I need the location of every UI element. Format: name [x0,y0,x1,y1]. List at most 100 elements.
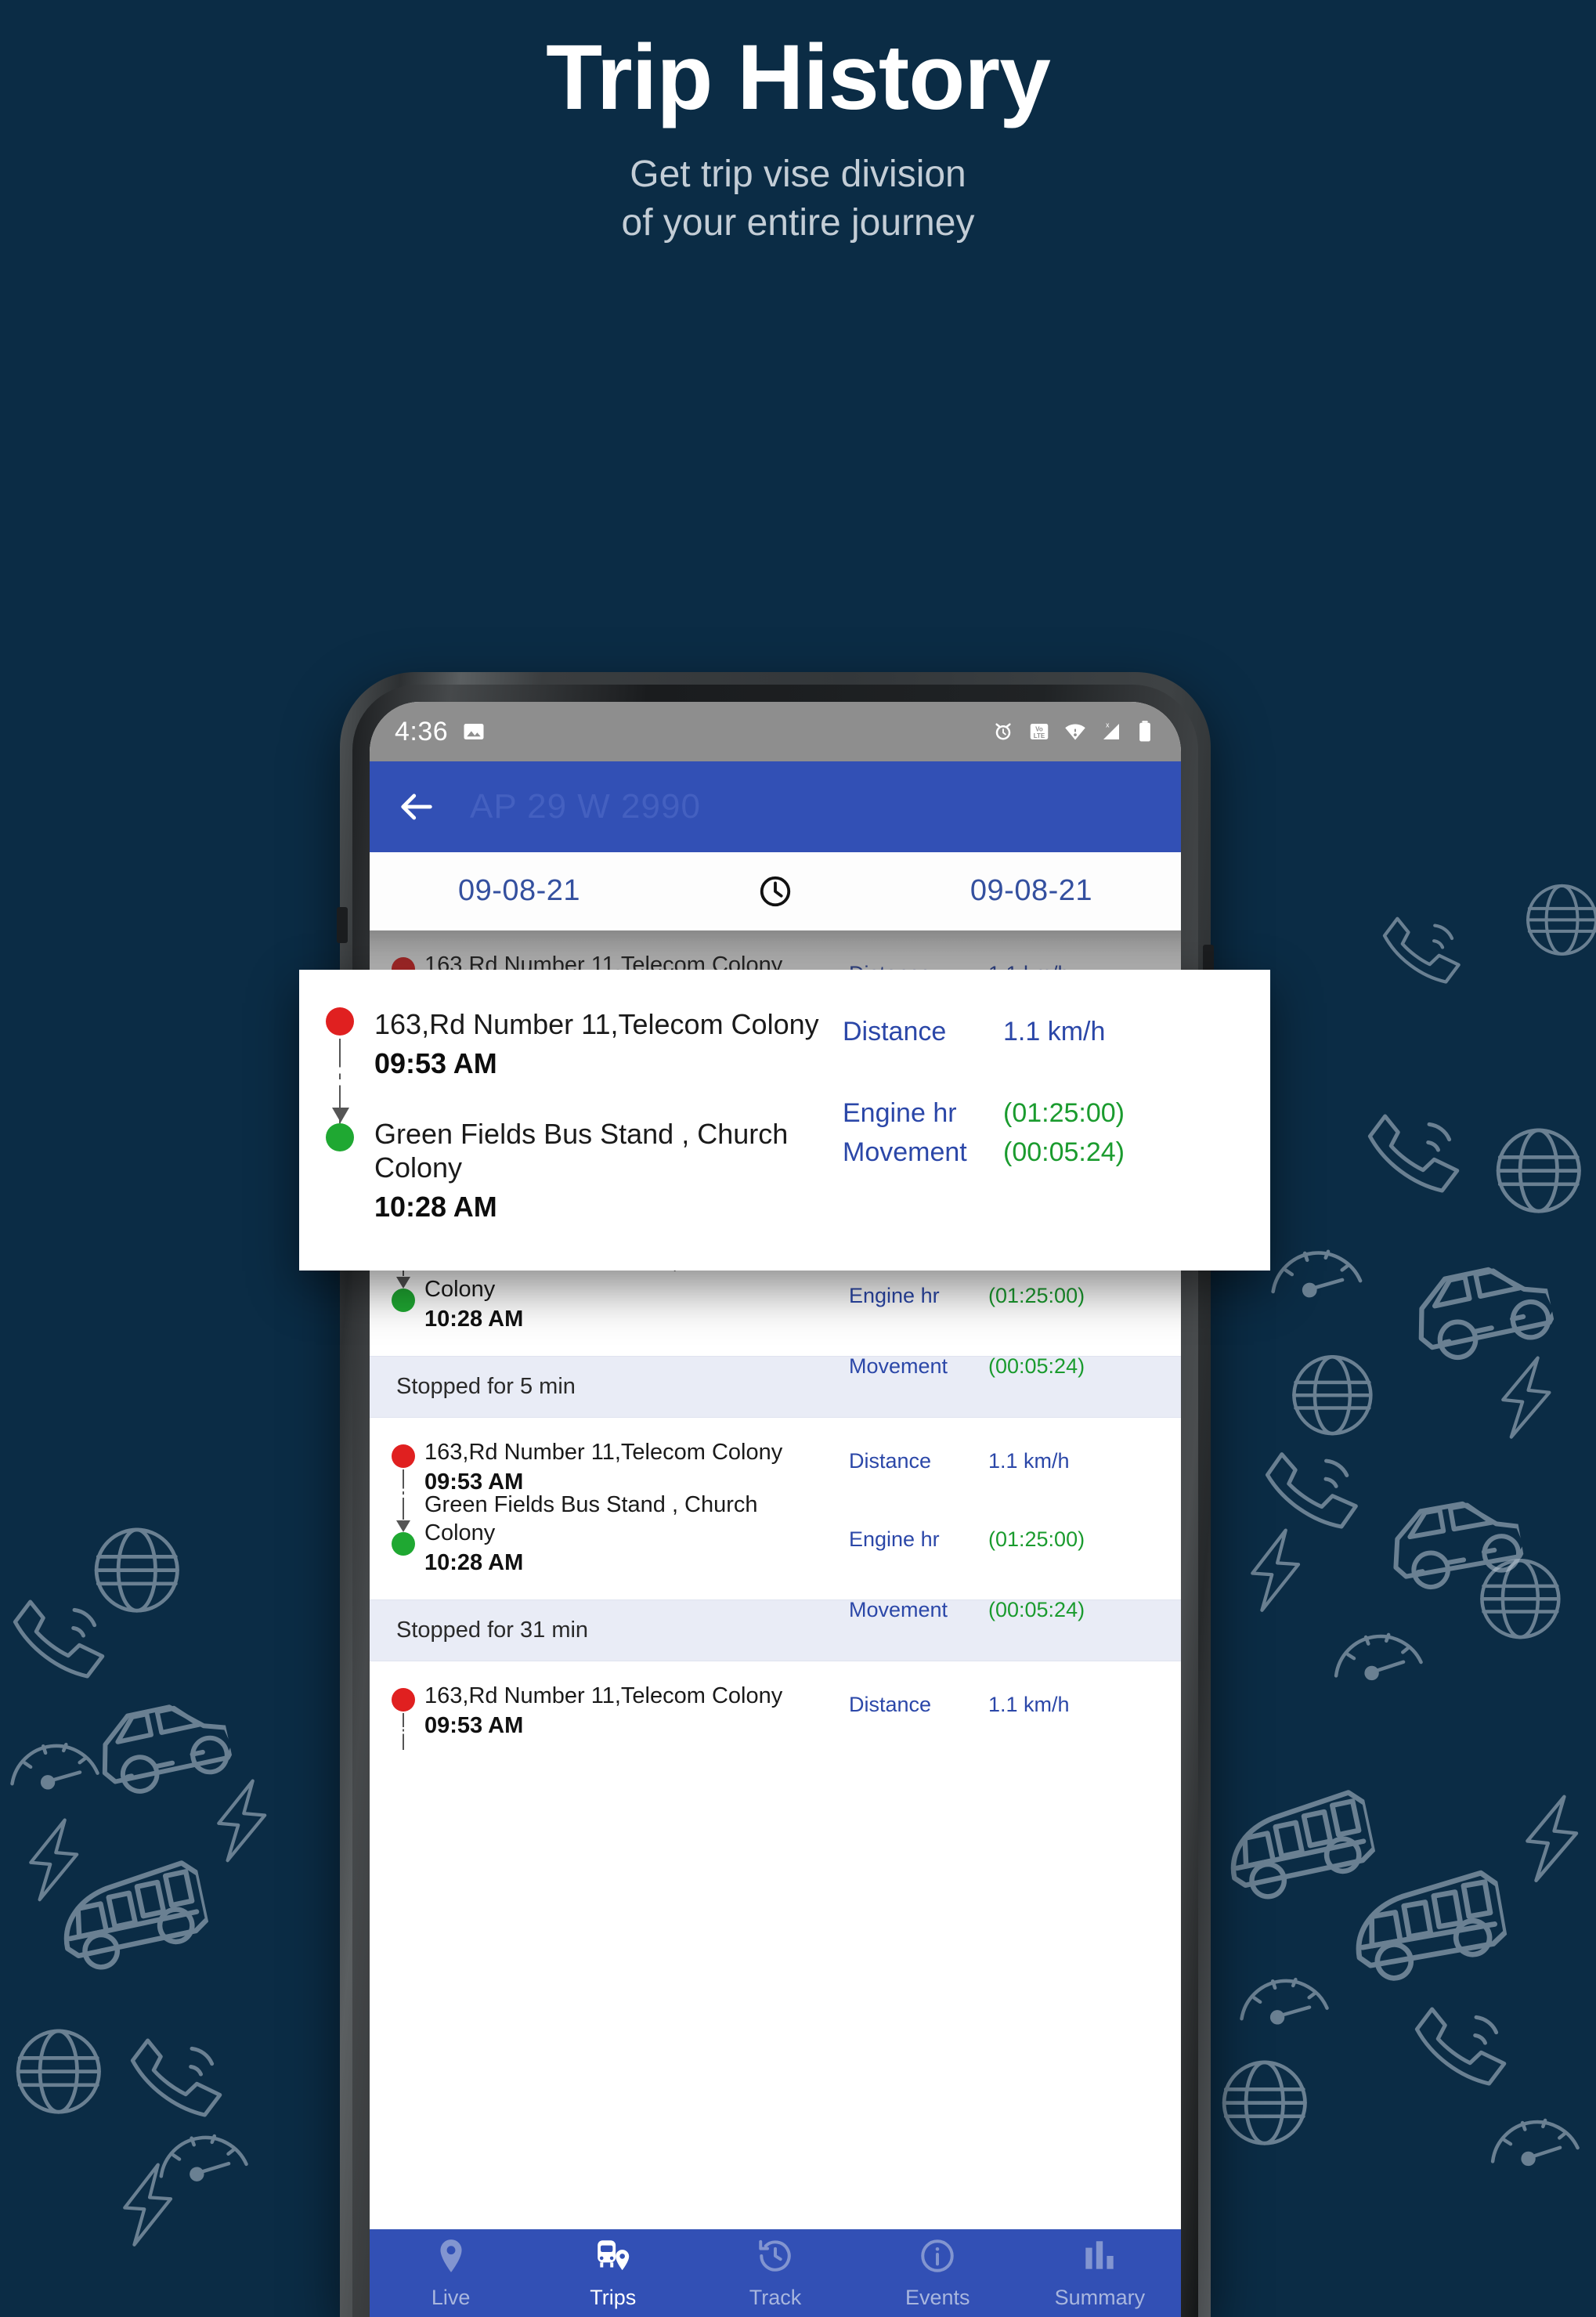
highlighted-start-block: 163,Rd Number 11,Telecom Colony 09:53 AM [374,1007,843,1080]
trip-route: 163,Rd Number 11,Telecom Colony 09:53 AM [388,1682,827,1751]
trip-start-time: 09:53 AM [424,1713,524,1739]
wifi-icon [1065,724,1085,740]
back-arrow-icon[interactable] [396,786,437,827]
nav-item-events[interactable]: Events [857,2236,1019,2310]
phone-icon [1414,2007,1507,2086]
battery-icon [1139,721,1150,742]
trip-metric-movement-value: (00:05:24) [988,1354,1085,1378]
trip-start-dot [392,1688,415,1712]
page-subtitle-line-2: of your entire journey [621,202,975,244]
phone-icon [1367,1114,1460,1193]
globe-icon [1222,2060,1307,2145]
trip-metric-movement: Movement (00:05:24) [849,1599,1085,1621]
trip-metric-engine-value: (01:25:00) [988,1527,1085,1551]
signal-icon: x [1103,721,1119,739]
trip-connector-line [403,1469,404,1520]
date-range-strip: 09-08-21 09-08-21 [370,852,1181,931]
trip-end-dot [392,1289,415,1312]
trip-metric-movement: Movement (00:05:24) [849,1356,1085,1377]
nav-label-track: Track [749,2286,802,2309]
volte-icon: Vo LTE [1030,724,1049,739]
svg-text:x: x [1106,721,1110,728]
phone-mockup: 4:36 Vo LTE x AP 29 W 2990 09-08-21 09-0… [337,672,1214,2317]
globe-icon [1496,1128,1581,1213]
route-arrow-icon [332,1108,349,1122]
trip-metric-distance-value: 1.1 km/h [988,1693,1070,1716]
highlighted-trip-card[interactable]: 163,Rd Number 11,Telecom Colony 09:53 AM… [299,970,1270,1271]
nav-item-summary[interactable]: Summary [1019,2236,1181,2310]
page-subtitle: Get trip vise division of your entire jo… [0,150,1596,248]
bolt-icon [123,2163,173,2247]
route-timeline [326,1007,362,1227]
trip-row[interactable]: 163,Rd Number 11,Telecom Colony09:53 AMG… [370,1418,1181,1621]
trip-metric-distance-label: Distance [849,1449,932,1473]
page-title: Trip History [546,26,1051,129]
car-icon [102,1704,237,1794]
speed-icon [1271,1249,1363,1298]
clock-icon[interactable] [757,873,793,909]
trip-start-address: 163,Rd Number 11,Telecom Colony [424,1683,783,1708]
car-icon [1418,1267,1558,1361]
highlighted-start-address: 163,Rd Number 11,Telecom Colony [374,1008,819,1040]
trip-timeline [392,1688,420,1751]
phone-screen: 4:36 Vo LTE x AP 29 W 2990 09-08-21 09-0… [370,702,1181,2317]
trip-route: 163,Rd Number 11,Telecom Colony09:53 AMG… [388,1438,827,1576]
globe-icon [94,1527,179,1613]
trip-start-block: 163,Rd Number 11,Telecom Colony09:53 AM [424,1438,827,1495]
speed-icon [1490,2118,1580,2167]
trip-end-block: Green Fields Bus Stand , Church Colony 10… [424,1491,827,1577]
trip-metric-distance-label: Distance [849,1693,932,1716]
trip-start-dot [392,1444,415,1468]
trip-metric-distance: Distance 1.1 km/h [849,1451,1070,1472]
route-end-dot [326,1123,354,1151]
highlighted-end-time: 10:28 AM [374,1191,497,1224]
trip-metric-engine: Engine hr (01:25:00) [849,1285,1085,1307]
speed-icon [1240,1977,1329,2025]
globe-icon [1292,1354,1373,1436]
phone-volume-button [337,907,348,943]
nav-label-events: Events [905,2286,970,2309]
highlighted-trip-metrics: Distance 1.1 km/h Engine hr (01:25:00) M… [843,1007,1247,1239]
nav-item-trips[interactable]: Trips [532,2236,694,2310]
trip-end-address: Green Fields Bus Stand , Church Colony [424,1491,758,1545]
to-date[interactable]: 09-08-21 [970,874,1092,908]
app-bar: AP 29 W 2990 [370,761,1181,852]
trip-row[interactable]: 163,Rd Number 11,Telecom Colony 09:53 AM D… [370,1661,1181,1763]
globe-icon [1480,1558,1561,1639]
bottom-navigation-bar: Live Trips Track Events Summary [370,2229,1181,2317]
trip-metric-engine-label: Engine hr [849,1284,940,1307]
highlighted-metric-distance-value: 1.1 km/h [1003,1017,1106,1046]
trip-timeline [392,1444,420,1556]
trip-arrow-icon [396,1520,410,1532]
nav-item-live[interactable]: Live [370,2236,532,2310]
highlighted-end-address: Green Fields Bus Stand , Church Colony [374,1118,789,1184]
trip-metric-movement-label: Movement [849,1598,948,1621]
bus-icon [63,1860,211,1970]
highlighted-metric-distance-label: Distance [843,1017,947,1046]
trip-start-address: 163,Rd Number 11,Telecom Colony [424,1440,783,1465]
highlighted-metric-movement: Movement (00:05:24) [843,1139,1125,1166]
nav-label-summary: Summary [1054,2286,1146,2309]
bolt-icon [1251,1528,1301,1612]
status-bar: 4:36 Vo LTE x [370,702,1181,761]
highlighted-trip-route: 163,Rd Number 11,Telecom Colony 09:53 AM… [326,1007,843,1239]
trip-metric-movement-value: (00:05:24) [988,1598,1085,1621]
highlighted-metric-movement-label: Movement [843,1137,967,1167]
globe-icon [1526,884,1596,956]
highlighted-metric-engine-label: Engine hr [843,1098,957,1128]
from-date[interactable]: 09-08-21 [458,874,580,908]
trip-metric-engine-label: Engine hr [849,1527,940,1551]
image-icon [464,724,484,739]
nav-item-track[interactable]: Track [694,2236,856,2310]
highlighted-end-block: Green Fields Bus Stand , Church Colony 1… [374,1117,843,1224]
phone-icon [1265,1452,1358,1529]
bolt-icon [1526,1795,1579,1882]
phone-icon [1382,916,1461,984]
highlighted-metric-distance: Distance 1.1 km/h [843,1018,1105,1045]
status-bar-clock: 4:36 [395,716,449,746]
phone-icon [13,1599,105,1679]
trip-start-block: 163,Rd Number 11,Telecom Colony 09:53 AM [424,1682,827,1739]
highlighted-metric-engine-value: (01:25:00) [1003,1098,1125,1128]
speed-icon [159,2134,248,2181]
trip-end-dot [392,1532,415,1556]
